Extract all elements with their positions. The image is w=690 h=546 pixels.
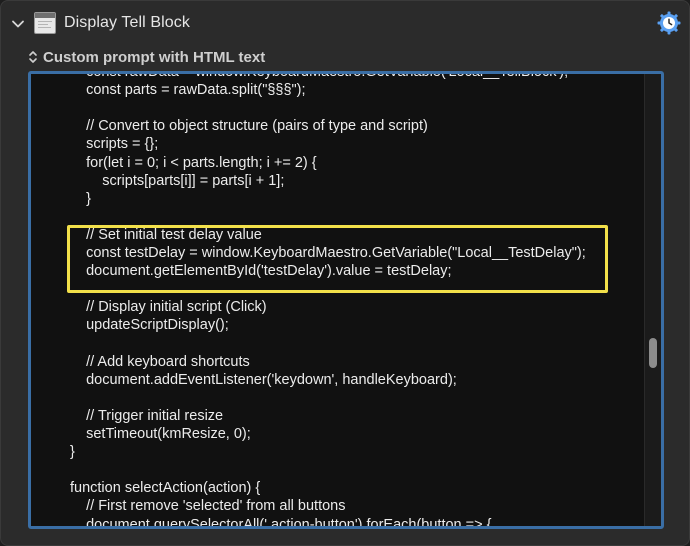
gear-clock-icon[interactable] [657,11,681,35]
code-line: updateScriptDisplay(); [70,317,229,334]
prompt-type-label: Custom prompt with HTML text [43,48,266,66]
code-line: } [70,190,91,207]
code-line: document.addEventListener('keydown', han… [70,371,457,388]
up-down-arrows-icon [29,51,37,63]
code-line: scripts[parts[i]] = parts[i + 1]; [70,172,285,189]
code-line: // Display initial script (Click) [70,299,267,316]
code-line: // Trigger initial resize [70,407,224,424]
code-line: const rawData = window.KeyboardMaestro.G… [70,71,569,80]
prompt-type-selector[interactable]: Custom prompt with HTML text [27,47,265,67]
code-line: for(let i = 0; i < parts.length; i += 2)… [70,154,317,171]
action-titlebar: Display Tell Block [1,1,689,47]
vertical-scrollbar[interactable] [644,74,661,526]
action-panel: Display Tell Block Custom prompt with HT… [0,0,690,546]
window-icon [34,12,56,34]
code-line: document.querySelectorAll('.action-butto… [70,516,492,529]
scrollbar-thumb[interactable] [649,338,657,368]
code-line: } [70,444,75,461]
highlight-annotation [67,225,608,293]
action-title[interactable]: Display Tell Block [64,14,190,32]
html-text-editor[interactable]: const rawData = window.KeyboardMaestro.G… [28,71,664,529]
code-line: setTimeout(kmResize, 0); [70,426,251,442]
code-line: // Add keyboard shortcuts [70,353,250,370]
chevron-down-icon[interactable] [10,16,26,32]
code-line: scripts = {}; [70,136,159,153]
code-line: // Convert to object structure (pairs of… [70,118,428,135]
code-line: const parts = rawData.split("§§§"); [70,82,306,99]
code-line: function selectAction(action) { [70,480,261,497]
code-line: // First remove 'selected' from all butt… [70,498,346,515]
